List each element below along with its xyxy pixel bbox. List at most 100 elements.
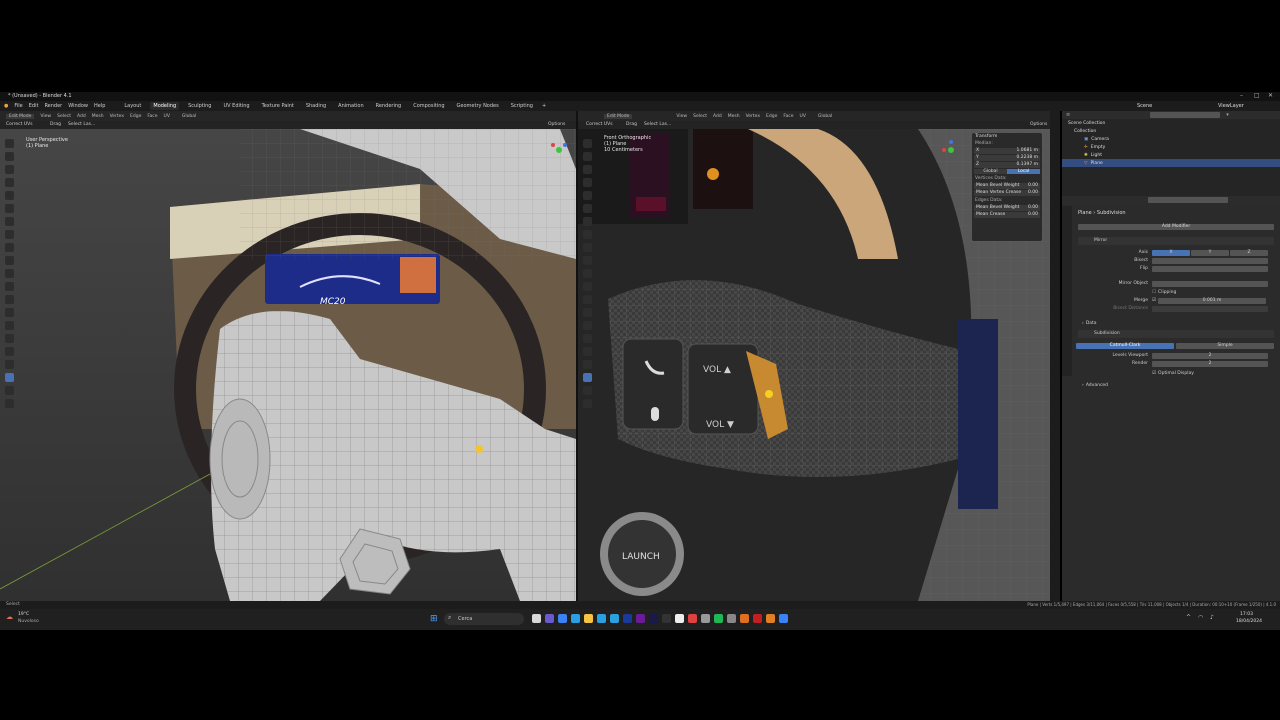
- tab-shading[interactable]: Shading: [303, 102, 329, 110]
- mirror-modifier-header[interactable]: Mirror: [1078, 237, 1274, 245]
- left-navigation-gizmo[interactable]: [548, 139, 570, 161]
- r-inset-tool-icon[interactable]: [583, 269, 592, 278]
- r-poly-build-tool-icon[interactable]: [583, 321, 592, 330]
- tab-modeling[interactable]: Modeling: [150, 102, 180, 110]
- tab-uv-editing[interactable]: UV Editing: [220, 102, 252, 110]
- outliner-row-scene-collection[interactable]: Scene Collection: [1062, 119, 1280, 127]
- data-section[interactable]: › Data: [1082, 320, 1097, 327]
- z-field[interactable]: Z 0.1397 m: [974, 162, 1040, 168]
- add-workspace-icon[interactable]: +: [542, 103, 546, 109]
- tab-texture-paint[interactable]: Texture Paint: [259, 102, 297, 110]
- left-menu-add[interactable]: Add: [77, 114, 86, 119]
- app-icon-1[interactable]: [675, 614, 684, 623]
- tray-chevron-icon[interactable]: ^: [1186, 614, 1191, 621]
- edge-bevel-weight-field[interactable]: Mean Bevel Weight 0.00: [974, 205, 1040, 211]
- illustrator-icon[interactable]: [662, 614, 671, 623]
- r-loop-cut-tool-icon[interactable]: [583, 295, 592, 304]
- menu-help[interactable]: Help: [94, 103, 105, 109]
- left-menu-select[interactable]: Select: [57, 114, 71, 119]
- left-options[interactable]: Options: [548, 122, 565, 127]
- tweak-tool-icon[interactable]: [5, 139, 14, 148]
- right-3d-viewport[interactable]: VOL ▲ VOL ▼ LAUNCH Front Orthographic (1…: [578, 129, 1050, 601]
- store-icon[interactable]: [597, 614, 606, 623]
- annotate-tool-icon[interactable]: [5, 217, 14, 226]
- levels-viewport-field[interactable]: 2: [1152, 352, 1268, 359]
- smooth-tool-icon[interactable]: [5, 347, 14, 356]
- after-effects-icon[interactable]: [649, 614, 658, 623]
- axis-x-toggle[interactable]: X: [1152, 249, 1190, 256]
- right-navigation-gizmo[interactable]: [940, 139, 962, 161]
- bisect-toggles[interactable]: [1152, 257, 1268, 264]
- simple-toggle[interactable]: Simple: [1176, 342, 1274, 349]
- advanced-section[interactable]: › Advanced: [1082, 382, 1108, 389]
- tab-compositing[interactable]: Compositing: [410, 102, 447, 110]
- outliner-search[interactable]: [1150, 112, 1221, 118]
- properties-tabs[interactable]: [1062, 206, 1072, 376]
- rip-tool-icon[interactable]: [5, 399, 14, 408]
- menu-window[interactable]: Window: [68, 103, 88, 109]
- loop-cut-tool-icon[interactable]: [5, 295, 14, 304]
- menu-edit[interactable]: Edit: [29, 103, 39, 109]
- tab-animation[interactable]: Animation: [335, 102, 367, 110]
- left-menu-vertex[interactable]: Vertex: [110, 114, 124, 119]
- weather-icon[interactable]: ☁: [6, 613, 13, 621]
- r-transform-tool-icon[interactable]: [583, 204, 592, 213]
- outliner-row-light[interactable]: ✺ Light: [1062, 151, 1280, 159]
- r-rotate-tool-icon[interactable]: [583, 178, 592, 187]
- widgets-icon[interactable]: [558, 614, 567, 623]
- left-menu-edge[interactable]: Edge: [130, 114, 141, 119]
- left-3d-viewport[interactable]: MC20 User Perspective (1) Plane: [0, 129, 576, 601]
- blender-logo-icon[interactable]: ●: [4, 103, 8, 109]
- tab-scripting[interactable]: Scripting: [508, 102, 536, 110]
- r-scale-tool-icon[interactable]: [583, 191, 592, 200]
- flip-toggles[interactable]: [1152, 265, 1268, 272]
- left-menu-face[interactable]: Face: [147, 114, 157, 119]
- outliner-row-camera[interactable]: ▣ Camera: [1062, 135, 1280, 143]
- shrink-fatten-tool-icon[interactable]: [5, 373, 14, 382]
- r-rip-tool-icon[interactable]: [583, 399, 592, 408]
- app-icon-5[interactable]: [753, 614, 762, 623]
- move-tool-icon[interactable]: [5, 165, 14, 174]
- spotify-icon[interactable]: [714, 614, 723, 623]
- tab-layout[interactable]: Layout: [121, 102, 144, 110]
- r-move-tool-icon[interactable]: [583, 165, 592, 174]
- r-extrude-tool-icon[interactable]: [583, 256, 592, 265]
- edge-browser-icon[interactable]: [571, 614, 580, 623]
- optimal-display-checkbox-icon[interactable]: ☑: [1152, 371, 1156, 376]
- left-menu-uv[interactable]: UV: [164, 114, 170, 119]
- app-icon-3[interactable]: [727, 614, 736, 623]
- axis-z-toggle[interactable]: Z: [1230, 249, 1268, 256]
- extrude-tool-icon[interactable]: [5, 256, 14, 265]
- add-modifier-button[interactable]: Add Modifier: [1078, 224, 1274, 230]
- r-shear-tool-icon[interactable]: [583, 386, 592, 395]
- y-field[interactable]: Y 0.2238 m: [974, 155, 1040, 161]
- menu-render[interactable]: Render: [44, 103, 62, 109]
- tab-sculpting[interactable]: Sculpting: [185, 102, 214, 110]
- right-menu-face[interactable]: Face: [783, 114, 793, 119]
- r-add-cube-tool-icon[interactable]: [583, 243, 592, 252]
- r-annotate-tool-icon[interactable]: [583, 217, 592, 226]
- knife-tool-icon[interactable]: [5, 308, 14, 317]
- axis-y-toggle[interactable]: Y: [1191, 249, 1229, 256]
- transform-tool-icon[interactable]: [5, 204, 14, 213]
- bevel-tool-icon[interactable]: [5, 282, 14, 291]
- scene-selector[interactable]: Scene: [1137, 103, 1152, 109]
- right-menu-edge[interactable]: Edge: [766, 114, 777, 119]
- file-explorer-icon[interactable]: [584, 614, 593, 623]
- app-icon-4[interactable]: [740, 614, 749, 623]
- clipping-row[interactable]: ☐ Clipping: [1152, 289, 1176, 296]
- edge-crease-field[interactable]: Mean Crease 0.00: [974, 212, 1040, 218]
- x-field[interactable]: X 1.0681 m: [974, 148, 1040, 154]
- inset-tool-icon[interactable]: [5, 269, 14, 278]
- chrome-icon[interactable]: [688, 614, 697, 623]
- left-select-lasso[interactable]: Select Las...: [68, 122, 95, 127]
- scale-tool-icon[interactable]: [5, 191, 14, 200]
- n-panel-tabs[interactable]: [1050, 111, 1060, 601]
- poly-build-tool-icon[interactable]: [5, 321, 14, 330]
- r-shrink-fatten-tool-icon[interactable]: [583, 373, 592, 382]
- mirror-object-field[interactable]: [1152, 280, 1268, 287]
- right-menu-mesh[interactable]: Mesh: [728, 114, 740, 119]
- app-icon-2[interactable]: [701, 614, 710, 623]
- maximize-icon[interactable]: □: [1254, 92, 1260, 99]
- volume-icon[interactable]: ♪: [1210, 614, 1214, 621]
